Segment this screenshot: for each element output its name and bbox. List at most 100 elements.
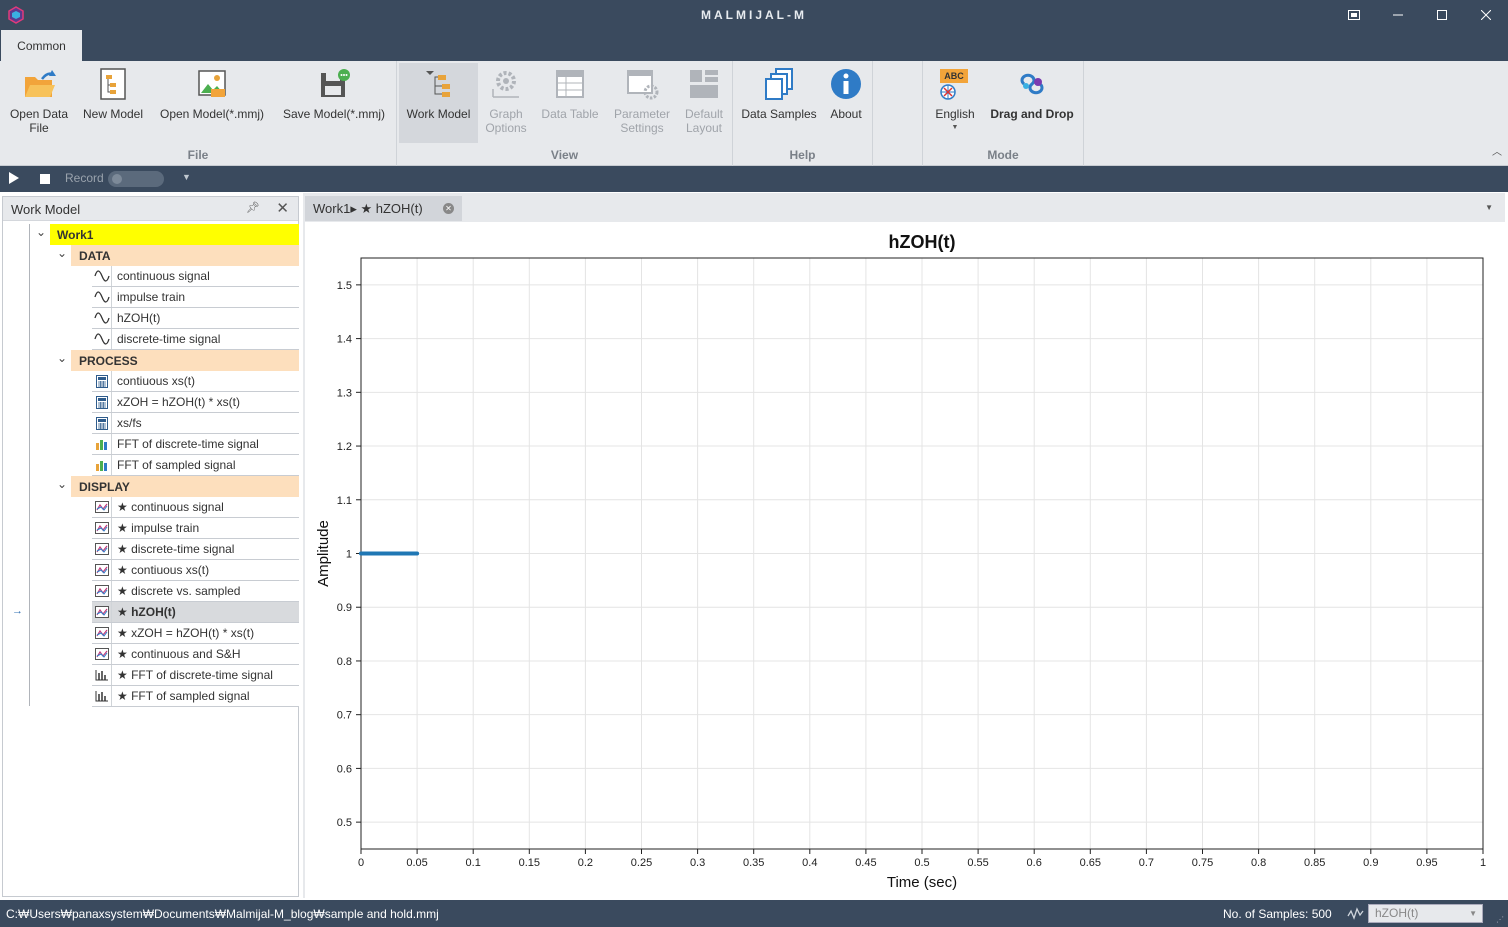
tree-item-label: discrete-time signal xyxy=(117,332,221,346)
tree-item[interactable]: xZOH = hZOH(t) * xs(t) xyxy=(92,392,299,413)
bar-chart-icon xyxy=(92,665,112,685)
panel-title: Work Model xyxy=(11,202,81,217)
info-icon xyxy=(831,69,861,99)
y-tick-label: 1.5 xyxy=(337,280,352,292)
ribbon: Open Data File New Model Open Model(*.mm… xyxy=(0,61,1508,166)
y-tick-label: 1.1 xyxy=(337,495,352,507)
chart-svg[interactable]: 0 0.05 0.1 0.15 0.2 0.25 0.3 0.35 0.4 0.45 0.5 0.55… xyxy=(305,222,1505,898)
line-chart-icon xyxy=(92,623,112,643)
tree-root-work1[interactable]: Work1 xyxy=(50,224,299,245)
ribbon-group-mode: ABC English ▼ Drag and Drop Mode xyxy=(923,61,1084,166)
line-chart-icon xyxy=(92,518,112,538)
current-item-arrow-icon: → xyxy=(12,605,23,617)
expander-chevron-icon[interactable]: ⌄ xyxy=(57,246,67,260)
resize-grip-icon[interactable]: ⋰ xyxy=(1496,915,1504,924)
line-chart-icon xyxy=(92,602,112,622)
parameter-settings-icon xyxy=(627,70,659,100)
x-tick-label: 0.5 xyxy=(914,857,929,869)
bar-chart-icon xyxy=(92,434,112,454)
tree-item[interactable]: impulse train xyxy=(92,287,299,308)
expander-chevron-icon[interactable]: ⌄ xyxy=(36,225,46,239)
play-icon[interactable] xyxy=(9,172,19,184)
tree-item[interactable]: ★ hZOH(t) xyxy=(92,602,299,623)
tree-item[interactable]: ★ discrete-time signal xyxy=(92,539,299,560)
tree-category-display[interactable]: DISPLAY xyxy=(71,476,299,497)
data-samples-button[interactable]: Data Samples xyxy=(739,63,819,143)
stop-icon[interactable] xyxy=(40,174,50,184)
graph-settings-icon xyxy=(492,71,519,98)
tree-item[interactable]: ★ FFT of sampled signal xyxy=(92,686,299,707)
close-panel-icon[interactable]: ✕ xyxy=(276,199,289,217)
x-tick-label: 0.15 xyxy=(519,857,540,869)
signal-wave-icon xyxy=(92,287,112,307)
line-chart-icon xyxy=(92,560,112,580)
x-tick-label: 0.85 xyxy=(1304,857,1325,869)
tree-item[interactable]: ★ FFT of discrete-time signal xyxy=(92,665,299,686)
chevron-down-icon[interactable]: ▼ xyxy=(1485,203,1493,212)
document-tab[interactable]: Work1▸ ★ hZOH(t) ✕ xyxy=(305,196,462,221)
tree-item[interactable]: ★ continuous signal xyxy=(92,497,299,518)
tree-item-label: xZOH = hZOH(t) * xs(t) xyxy=(117,395,240,409)
ribbon-tab-row: Common xyxy=(0,30,1508,61)
drag-and-drop-button[interactable]: Drag and Drop xyxy=(983,63,1081,143)
restore-layout-button[interactable] xyxy=(1332,0,1376,30)
y-tick-label: 0.7 xyxy=(337,710,352,722)
tree-item[interactable]: ★ contiuous xs(t) xyxy=(92,560,299,581)
display-select[interactable]: hZOH(t) ▼ xyxy=(1368,904,1483,923)
default-layout-button[interactable]: Default Layout xyxy=(679,63,729,143)
expander-chevron-icon[interactable]: ⌄ xyxy=(57,477,67,491)
collapse-ribbon-icon[interactable]: ︿ xyxy=(1492,143,1502,158)
data-table-button[interactable]: Data Table xyxy=(537,63,603,143)
expander-chevron-icon[interactable]: ⌄ xyxy=(57,351,67,365)
tree-item[interactable]: FFT of discrete-time signal xyxy=(92,434,299,455)
graph-options-button[interactable]: Graph Options xyxy=(481,63,531,143)
close-button[interactable] xyxy=(1464,0,1508,30)
tree-item[interactable]: hZOH(t) xyxy=(92,308,299,329)
y-axis-label: Amplitude xyxy=(315,520,332,587)
tree-item[interactable]: ★ xZOH = hZOH(t) * xs(t) xyxy=(92,623,299,644)
x-tick-label: 0.7 xyxy=(1139,857,1154,869)
new-model-button[interactable]: New Model xyxy=(78,63,148,143)
ribbon-group-label-mode: Mode xyxy=(987,148,1019,162)
maximize-button[interactable] xyxy=(1420,0,1464,30)
tree-category-data[interactable]: DATA xyxy=(71,245,299,266)
x-tick-label: 0.55 xyxy=(967,857,988,869)
language-icon: ABC xyxy=(938,67,972,101)
x-tick-label: 0.75 xyxy=(1192,857,1213,869)
tree-item[interactable]: discrete-time signal xyxy=(92,329,299,350)
tree-item[interactable]: xs/fs xyxy=(92,413,299,434)
work-model-button[interactable]: Work Model xyxy=(399,63,478,143)
y-tick-label: 0.5 xyxy=(337,817,352,829)
tree-item[interactable]: ★ continuous and S&H xyxy=(92,644,299,665)
work-model-icon xyxy=(425,71,450,97)
tree-category-process[interactable]: PROCESS xyxy=(71,350,299,371)
minimize-button[interactable] xyxy=(1376,0,1420,30)
about-button[interactable]: About xyxy=(823,63,869,143)
chevron-down-icon[interactable]: ▼ xyxy=(182,172,191,182)
parameter-settings-button[interactable]: Parameter Settings xyxy=(609,63,675,143)
x-tick-label: 0.8 xyxy=(1251,857,1266,869)
signal-wave-icon xyxy=(92,329,112,349)
samples-count: No. of Samples: 500 xyxy=(1223,907,1332,921)
open-data-file-button[interactable]: Open Data File xyxy=(4,63,74,143)
work-model-header: Work Model 📌︎ ✕ xyxy=(3,197,298,221)
tree-item[interactable]: continuous signal xyxy=(92,266,299,287)
open-model-button[interactable]: Open Model(*.mmj) xyxy=(154,63,270,143)
y-tick-label: 0.6 xyxy=(337,763,352,775)
tree-item-label: ★ discrete vs. sampled xyxy=(117,584,241,598)
pin-icon[interactable]: 📌︎ xyxy=(246,201,260,214)
save-model-icon xyxy=(321,69,350,97)
language-dropdown[interactable]: ABC English ▼ xyxy=(927,63,983,143)
tree-item[interactable]: FFT of sampled signal xyxy=(92,455,299,476)
save-model-button[interactable]: Save Model(*.mmj) xyxy=(276,63,392,143)
tree-item[interactable]: ★ discrete vs. sampled xyxy=(92,581,299,602)
tree-item[interactable]: ★ impulse train xyxy=(92,518,299,539)
tree-item-label: ★ FFT of discrete-time signal xyxy=(117,668,273,682)
record-toggle[interactable] xyxy=(108,171,164,187)
y-tick-label: 0.8 xyxy=(337,656,352,668)
tree-item[interactable]: contiuous xs(t) xyxy=(92,371,299,392)
data-table-icon xyxy=(556,70,584,98)
tab-common[interactable]: Common xyxy=(1,30,82,61)
new-model-icon xyxy=(100,68,126,100)
close-tab-icon[interactable]: ✕ xyxy=(443,203,454,214)
